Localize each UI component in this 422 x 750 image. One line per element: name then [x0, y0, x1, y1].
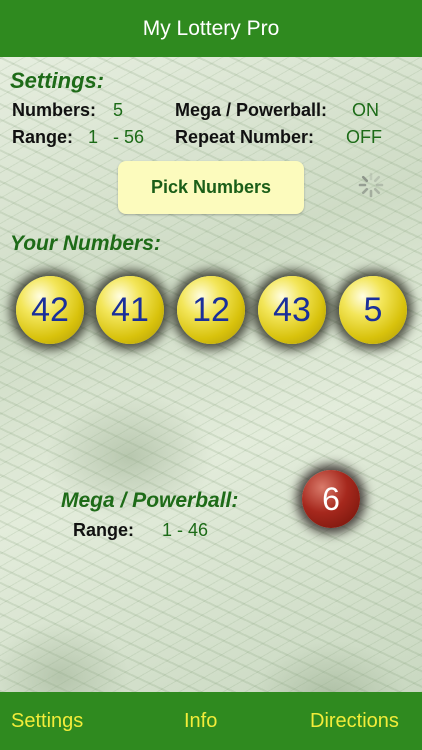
- tab-directions[interactable]: Directions: [310, 692, 399, 750]
- tab-directions-label: Directions: [310, 709, 399, 732]
- number-ball-3: 12: [171, 270, 251, 350]
- settings-heading: Settings:: [10, 68, 105, 93]
- numbers-label: Numbers:: [12, 100, 97, 120]
- pick-numbers-button[interactable]: Pick Numbers: [118, 161, 304, 214]
- number-ball-4: 43: [252, 270, 332, 350]
- app-title: My Lottery Pro: [142, 16, 280, 40]
- powerball-ball: 6: [291, 459, 371, 539]
- range-max-value: - 56: [113, 127, 145, 147]
- number-ball-5: 5: [333, 270, 413, 350]
- powerball-range-value: 1 - 46: [162, 520, 209, 540]
- numbers-value: 5: [113, 100, 124, 120]
- tab-info-label: Info: [184, 709, 218, 732]
- activity-spinner-icon: [358, 172, 384, 198]
- money-background: [0, 57, 422, 692]
- number-ball-value: 5: [363, 290, 383, 329]
- your-numbers-heading: Your Numbers:: [10, 232, 161, 255]
- powerball-heading: Mega / Powerball:: [61, 489, 239, 512]
- number-ball-value: 42: [31, 290, 69, 329]
- number-ball-value: 12: [192, 290, 230, 329]
- range-min-value: 1: [88, 127, 99, 147]
- tab-settings[interactable]: Settings: [11, 692, 83, 750]
- powerball-range-label: Range:: [73, 520, 135, 540]
- tab-info[interactable]: Info: [184, 692, 217, 750]
- repeat-number-value: OFF: [346, 127, 382, 147]
- number-ball-value: 43: [273, 290, 311, 329]
- number-ball-2: 41: [90, 270, 170, 350]
- powerball-value: 6: [322, 480, 340, 517]
- mega-powerball-label: Mega / Powerball:: [175, 100, 328, 120]
- nav-bar: My Lottery Pro: [0, 0, 422, 57]
- number-ball-1: 42: [10, 270, 90, 350]
- number-ball-value: 41: [111, 290, 149, 329]
- range-label: Range:: [12, 127, 74, 147]
- mega-powerball-value: ON: [352, 100, 379, 120]
- pick-numbers-label: Pick Numbers: [150, 177, 272, 197]
- repeat-number-label: Repeat Number:: [175, 127, 315, 147]
- tab-settings-label: Settings: [11, 709, 84, 732]
- bottom-toolbar: Settings Info Directions: [0, 692, 422, 750]
